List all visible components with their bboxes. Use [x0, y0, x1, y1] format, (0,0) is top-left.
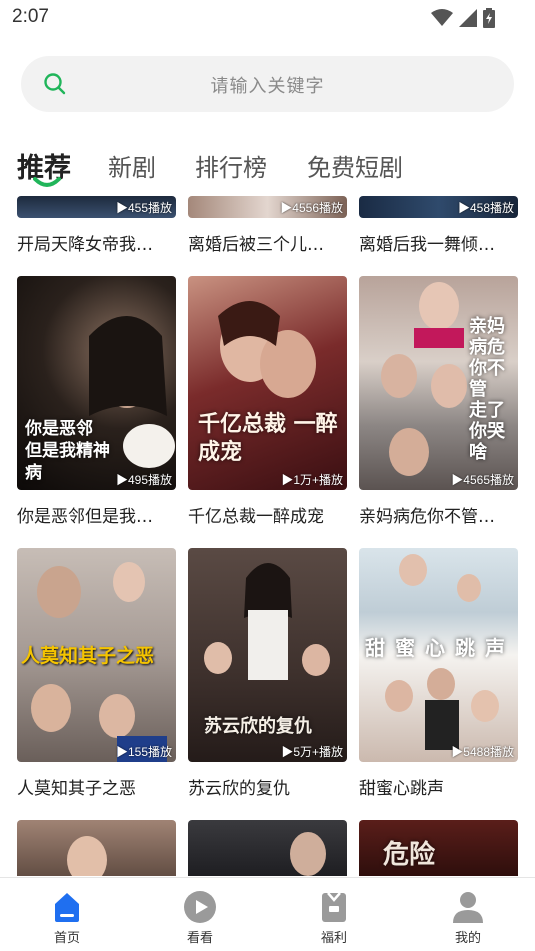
drama-card[interactable]: 甜蜜心跳声 ▶5488播放 甜蜜心跳声 — [359, 548, 518, 799]
drama-poster[interactable]: ▶455播放 — [17, 196, 176, 218]
drama-poster[interactable]: 你是恶邻 但是我精神病 ▶495播放 — [17, 276, 176, 490]
poster-title: 危险 — [383, 840, 436, 870]
play-count: ▶155播放 — [115, 745, 172, 759]
drama-poster[interactable]: 人莫知其子之恶 ▶155播放 — [17, 548, 176, 762]
play-count: ▶4556播放 — [280, 201, 343, 215]
drama-poster[interactable]: ▶4556播放 — [188, 196, 347, 218]
poster-title: 人莫知其子之恶 — [21, 645, 155, 667]
drama-poster[interactable]: 千亿总裁 一醉成宠 ▶1万+播放 — [188, 276, 347, 490]
drama-title[interactable]: 人莫知其子之恶 — [17, 774, 178, 799]
drama-card[interactable]: 人莫知其子之恶 ▶155播放 人莫知其子之恶 — [17, 548, 176, 799]
signal-icon — [459, 9, 477, 27]
tab-ranking[interactable]: 排行榜 — [195, 148, 267, 183]
status-time: 2:07 — [12, 6, 49, 27]
drama-title[interactable]: 亲妈病危你不管… — [359, 502, 520, 527]
search-input[interactable]: 请输入关键字 — [21, 72, 514, 98]
drama-card[interactable] — [188, 820, 347, 876]
nav-watch[interactable]: 看看 — [170, 890, 230, 946]
battery-icon — [483, 8, 495, 28]
drama-title[interactable]: 你是恶邻但是我… — [17, 502, 178, 527]
tab-free[interactable]: 免费短剧 — [307, 148, 403, 183]
poster-title: 亲妈病危你不管 走了你哭啥 — [469, 316, 505, 463]
drama-title[interactable]: 离婚后我一舞倾… — [359, 230, 520, 255]
nav-profile[interactable]: 我的 — [438, 890, 498, 946]
drama-card[interactable] — [17, 820, 176, 876]
bottom-nav: 首页 看看 福利 我的 — [0, 877, 535, 951]
drama-title[interactable]: 甜蜜心跳声 — [359, 774, 520, 799]
drama-title[interactable]: 开局天降女帝我… — [17, 230, 178, 255]
drama-poster[interactable]: 苏云欣的复仇 ▶5万+播放 — [188, 548, 347, 762]
nav-watch-label: 看看 — [186, 931, 213, 946]
poster-figure — [290, 832, 326, 876]
drama-poster[interactable]: 甜蜜心跳声 ▶5488播放 — [359, 548, 518, 762]
nav-welfare-label: 福利 — [320, 931, 347, 946]
nav-home[interactable]: 首页 — [37, 890, 97, 946]
drama-grid: ▶455播放 开局天降女帝我… ▶4556播放 离婚后被三个儿… ▶458播放 … — [0, 196, 535, 876]
drama-title[interactable]: 千亿总裁一醉成宠 — [188, 502, 349, 527]
status-bar: 2:07 — [0, 0, 535, 36]
drama-card[interactable]: 苏云欣的复仇 ▶5万+播放 苏云欣的复仇 — [188, 548, 347, 799]
play-circle-icon — [184, 891, 216, 923]
drama-title[interactable]: 苏云欣的复仇 — [188, 774, 349, 799]
drama-poster[interactable]: 危险 — [359, 820, 518, 876]
search-bar[interactable]: 请输入关键字 — [21, 56, 514, 112]
drama-card[interactable]: 亲妈病危你不管 走了你哭啥 ▶4565播放 亲妈病危你不管… — [359, 276, 518, 527]
drama-card[interactable]: 你是恶邻 但是我精神病 ▶495播放 你是恶邻但是我… — [17, 276, 176, 527]
play-count: ▶458播放 — [457, 201, 514, 215]
wifi-icon — [431, 9, 453, 26]
poster-figure — [67, 836, 107, 876]
drama-card[interactable]: ▶4556播放 离婚后被三个儿… — [188, 196, 347, 255]
drama-poster[interactable]: 亲妈病危你不管 走了你哭啥 ▶4565播放 — [359, 276, 518, 490]
poster-title: 甜蜜心跳声 — [365, 636, 515, 660]
drama-card[interactable]: ▶455播放 开局天降女帝我… — [17, 196, 176, 255]
category-tabs: 推荐 新剧 排行榜 免费短剧 — [17, 148, 517, 188]
drama-poster[interactable]: ▶458播放 — [359, 196, 518, 218]
play-count: ▶455播放 — [115, 201, 172, 215]
active-tab-indicator — [33, 177, 61, 187]
poster-title: 苏云欣的复仇 — [204, 716, 312, 737]
tab-new[interactable]: 新剧 — [108, 148, 156, 183]
nav-profile-label: 我的 — [454, 931, 481, 946]
play-count: ▶5488播放 — [451, 745, 514, 759]
play-count: ▶495播放 — [115, 473, 172, 487]
drama-poster[interactable] — [17, 820, 176, 876]
drama-poster[interactable] — [188, 820, 347, 876]
user-icon — [453, 892, 483, 923]
gift-icon — [322, 892, 346, 922]
status-icons — [431, 8, 495, 28]
nav-home-label: 首页 — [53, 931, 80, 946]
poster-title: 你是恶邻 但是我精神病 — [25, 419, 110, 483]
play-count: ▶4565播放 — [451, 473, 514, 487]
home-icon — [55, 893, 79, 922]
poster-title: 千亿总裁 一醉成宠 — [198, 411, 338, 465]
nav-welfare[interactable]: 福利 — [304, 890, 364, 946]
play-count: ▶1万+播放 — [281, 473, 343, 487]
play-count: ▶5万+播放 — [281, 745, 343, 759]
drama-card[interactable]: 危险 — [359, 820, 518, 876]
drama-card[interactable]: ▶458播放 离婚后我一舞倾… — [359, 196, 518, 255]
drama-title[interactable]: 离婚后被三个儿… — [188, 230, 349, 255]
drama-card[interactable]: 千亿总裁 一醉成宠 ▶1万+播放 千亿总裁一醉成宠 — [188, 276, 347, 527]
